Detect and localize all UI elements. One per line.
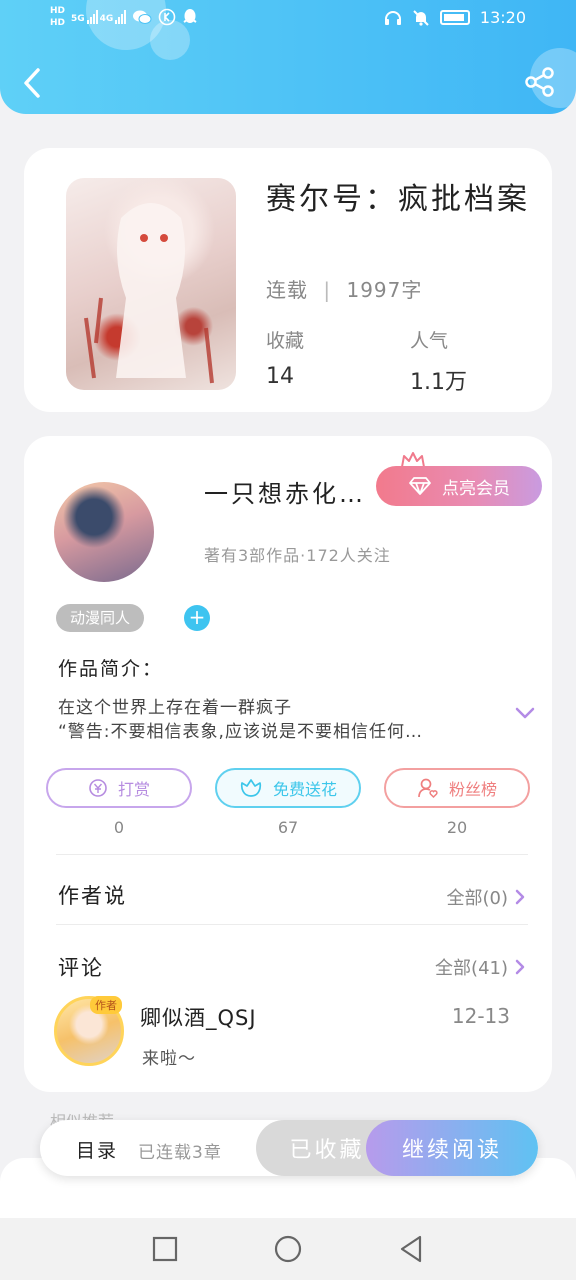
k-icon — [159, 8, 176, 26]
circle-icon[interactable] — [273, 1234, 303, 1264]
book-word-count: 1997字 — [346, 278, 423, 302]
battery-icon — [439, 10, 470, 25]
fans-count: 20 — [446, 818, 468, 837]
reward-count: 0 — [113, 818, 125, 837]
chevron-right-icon — [515, 889, 525, 905]
flower-count: 67 — [277, 818, 299, 837]
comments-title: 评论 — [58, 956, 104, 980]
comment-date: 12-13 — [451, 1004, 510, 1028]
triangle-back-icon[interactable] — [396, 1234, 426, 1264]
vip-label: 点亮会员 — [442, 478, 510, 499]
toc-info[interactable]: 已连载3章 — [138, 1138, 222, 1163]
fans-ranking-button[interactable]: 粉丝榜 — [384, 768, 530, 808]
author-avatar[interactable] — [54, 482, 154, 582]
intro-label: 作品简介： — [58, 658, 164, 680]
signal-label: 5G — [71, 14, 85, 24]
system-nav-bar — [0, 1218, 576, 1280]
meta-separator: | — [323, 278, 332, 302]
comment-text: 来啦～ — [142, 1049, 196, 1069]
send-flower-label: 免费送花 — [272, 780, 337, 799]
status-bar: HD HD 5G 4G 13:20 — [0, 0, 576, 40]
intro-line: 在这个世界上存在着一群疯子 — [58, 698, 292, 718]
author-says-all-label: 全部(0) — [446, 888, 509, 909]
popularity-label: 人气 — [410, 330, 449, 352]
signal-icon: 5G 4G — [71, 10, 127, 24]
fans-ranking-label: 粉丝榜 — [448, 780, 497, 799]
qq-icon — [183, 9, 197, 23]
mute-icon — [413, 9, 429, 26]
favorites-label: 收藏 — [266, 330, 305, 352]
square-icon[interactable] — [150, 1234, 180, 1264]
author-name[interactable]: 一只想赤化… — [204, 474, 374, 509]
comments-all-link[interactable]: 全部(41) — [435, 954, 526, 980]
share-button[interactable] — [524, 66, 556, 98]
author-card: 一只想赤化… 点亮会员 著有3部作品·172人关注 动漫同人 + 作品简介： 在… — [24, 436, 552, 1092]
author-says-all-link[interactable]: 全部(0) — [447, 884, 527, 910]
author-says-title: 作者说 — [58, 884, 127, 908]
book-title: 赛尔号：疯批档案 — [266, 182, 530, 217]
add-tag-button[interactable]: + — [184, 605, 210, 631]
intro-text[interactable]: 在这个世界上存在着一群疯子 “警告:不要相信表象,应该说是不要相信任何… — [58, 696, 498, 744]
hd-label: HD — [50, 6, 66, 16]
book-info-card: 赛尔号：疯批档案 连载 | 1997字 收藏 14 人气 1.1万 — [24, 148, 552, 412]
commenter-name[interactable]: 卿似酒_QSJ — [140, 1002, 257, 1032]
comments-all-label: 全部(41) — [435, 958, 508, 979]
book-cover-image[interactable] — [66, 178, 236, 390]
hd-icon: HD HD — [50, 6, 65, 28]
continue-reading-button[interactable]: 继续阅读 — [366, 1120, 538, 1176]
popularity-value: 1.1万 — [410, 370, 467, 395]
headphones-icon — [384, 10, 401, 25]
wechat-icon — [133, 10, 152, 24]
genre-tag[interactable]: 动漫同人 — [56, 604, 145, 632]
book-meta: 连载 | 1997字 — [266, 274, 422, 303]
diamond-icon — [409, 477, 431, 495]
reward-label: 打赏 — [117, 780, 150, 799]
coin-icon — [89, 779, 107, 797]
header: HD HD 5G 4G 13:20 — [0, 0, 576, 114]
send-flower-button[interactable]: 免费送花 — [215, 768, 361, 808]
intro-line: “警告:不要相信表象,应该说是不要相信任何… — [58, 722, 423, 742]
back-button[interactable] — [20, 66, 48, 100]
divider — [56, 924, 528, 925]
status-time: 13:20 — [479, 8, 526, 27]
divider — [56, 854, 528, 855]
fans-icon — [418, 778, 438, 799]
chevron-right-icon — [515, 959, 525, 975]
hd-label: HD — [50, 18, 66, 28]
reward-button[interactable]: 打赏 — [46, 768, 192, 808]
vip-button[interactable]: 点亮会员 — [376, 466, 542, 506]
bottom-action-bar: 目录 已连载3章 已收藏 继续阅读 — [40, 1120, 538, 1176]
author-stats: 著有3部作品·172人关注 — [204, 546, 391, 565]
toc-button[interactable]: 目录 — [76, 1136, 118, 1163]
signal-label: 4G — [99, 14, 114, 24]
flower-icon — [240, 779, 262, 797]
book-status: 连载 — [266, 278, 308, 302]
chevron-down-icon[interactable] — [514, 706, 536, 720]
author-badge: 作者 — [90, 996, 122, 1014]
favorites-value: 14 — [266, 364, 294, 389]
